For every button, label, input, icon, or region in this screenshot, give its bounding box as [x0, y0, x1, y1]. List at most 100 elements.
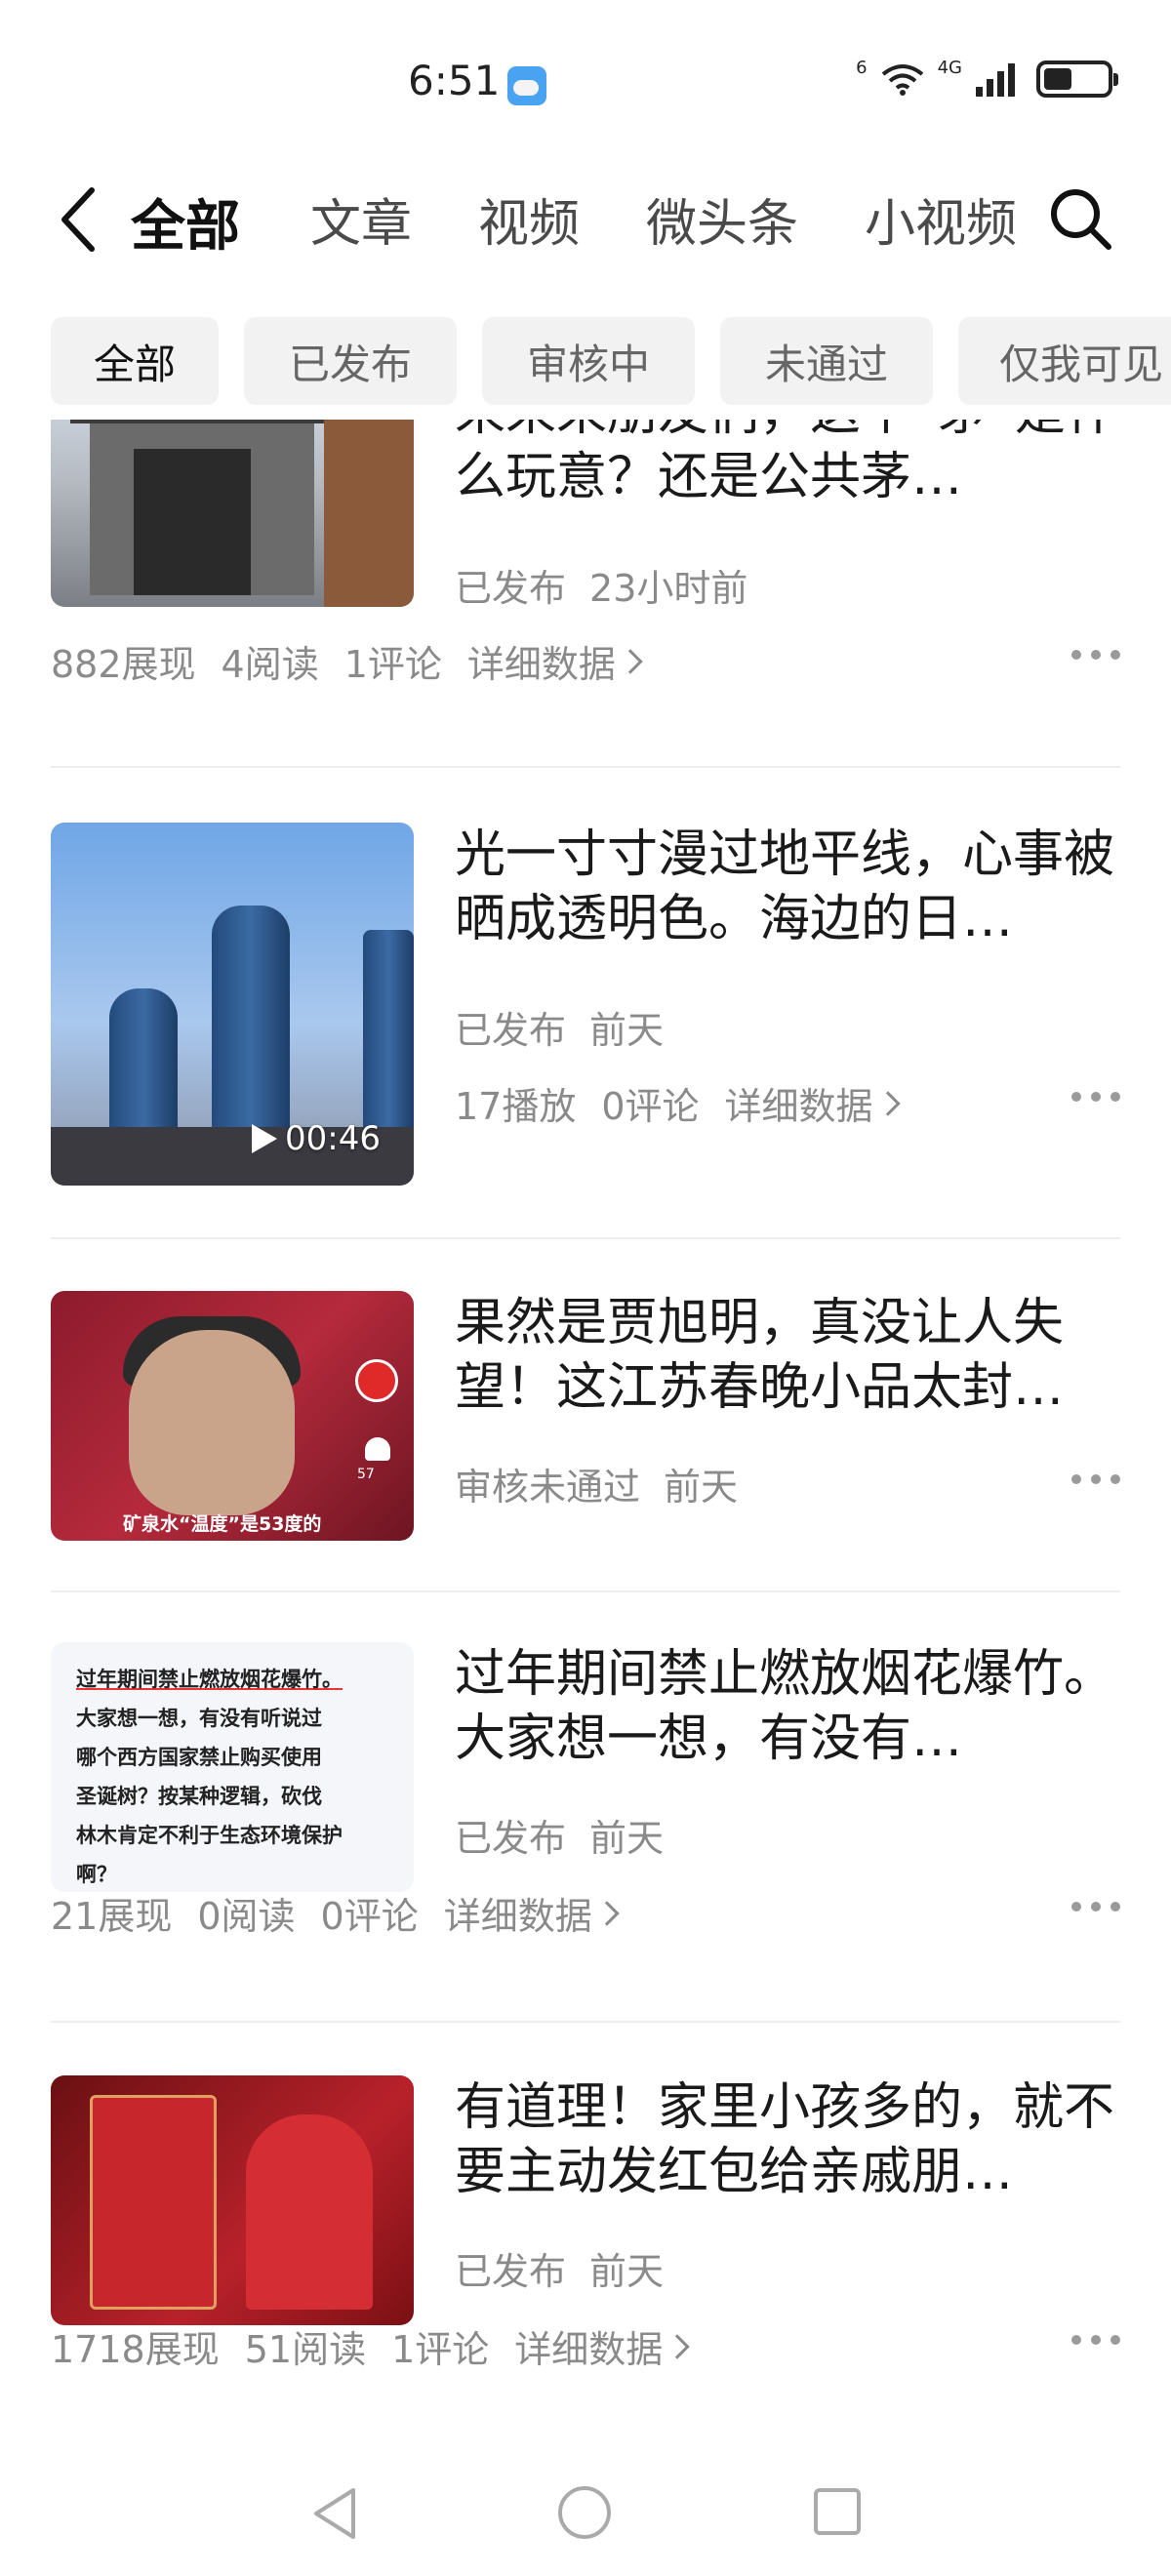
- stat-reads: 51阅读: [244, 2328, 367, 2371]
- item-stats: 17播放 0评论 详细数据: [455, 1076, 901, 1130]
- chip-only-me[interactable]: 仅我可见: [958, 317, 1171, 405]
- nav-back-icon[interactable]: [310, 2486, 359, 2541]
- detail-data-link[interactable]: 详细数据: [466, 634, 643, 688]
- chip-rejected[interactable]: 未通过: [720, 317, 933, 405]
- more-options-icon[interactable]: [1071, 648, 1120, 662]
- list-item[interactable]: 57 矿泉水“温度”是53度的 果然是贾旭明，真没让人失望！这江苏春晚小品太封……: [51, 1291, 1120, 1545]
- wifi-icon: [881, 64, 923, 96]
- tab-articles[interactable]: 文章: [310, 182, 412, 256]
- review-status: 审核未通过: [455, 1466, 641, 1509]
- tab-micro-posts[interactable]: 微头条: [646, 182, 798, 256]
- divider: [51, 1237, 1120, 1239]
- item-status: 审核未通过 前天: [455, 1457, 738, 1510]
- more-options-icon[interactable]: [1071, 1900, 1120, 1913]
- thumbnail: [51, 420, 414, 607]
- divider: [51, 766, 1120, 768]
- video-duration: 00:46: [285, 1119, 381, 1158]
- tab-short-videos[interactable]: 小视频: [865, 182, 1017, 256]
- chip-published[interactable]: 已发布: [244, 317, 457, 405]
- stat-impressions: 21展现: [51, 1895, 173, 1938]
- stat-comments: 1评论: [391, 2328, 490, 2371]
- nav-home-icon[interactable]: [558, 2486, 611, 2539]
- detail-data-link[interactable]: 详细数据: [724, 1076, 901, 1130]
- play-icon: [252, 1124, 277, 1153]
- channel-logo-icon: [355, 1359, 398, 1402]
- nav-recents-icon[interactable]: [814, 2488, 861, 2535]
- publish-time: 前天: [589, 1009, 665, 1052]
- list-item[interactable]: 过年期间禁止燃放烟花爆竹。 大家想一想，有没有听说过 哪个西方国家禁止购买使用 …: [51, 1642, 1120, 1964]
- tab-videos[interactable]: 视频: [478, 182, 580, 256]
- tab-all[interactable]: 全部: [131, 182, 240, 262]
- detail-data-link[interactable]: 详细数据: [444, 1886, 620, 1940]
- text-thumbnail: 过年期间禁止燃放烟花爆竹。 大家想一想，有没有听说过 哪个西方国家禁止购买使用 …: [51, 1642, 414, 1892]
- chevron-right-icon: [874, 1090, 901, 1116]
- status-indicators: 6 4G: [856, 57, 1118, 98]
- stat-impressions: 1718展现: [51, 2328, 220, 2371]
- network-small-label: 6: [856, 57, 868, 78]
- publish-status: 已发布: [455, 1817, 567, 1860]
- item-status: 已发布 23小时前: [455, 558, 747, 612]
- item-title: 果然是贾旭明，真没让人失望！这江苏春晚小品太封…: [455, 1294, 1065, 1417]
- system-nav-bar: [0, 2467, 1171, 2555]
- item-status: 已发布 前天: [455, 2241, 664, 2295]
- status-time: 6:51: [408, 57, 501, 104]
- weather-cloud-icon: [507, 66, 546, 105]
- more-options-icon[interactable]: [1071, 1472, 1120, 1486]
- thumb-text-line: 过年期间禁止燃放烟花爆竹。: [76, 1668, 343, 1691]
- thumbnail: [51, 2075, 414, 2325]
- stat-comments: 0评论: [320, 1895, 419, 1938]
- filter-chips: 全部 已发布 审核中 未通过 仅我可见: [51, 317, 1171, 405]
- item-stats: 1718展现 51阅读 1评论 详细数据: [51, 2319, 691, 2373]
- item-title: 来来来朋友们，这个“茅”是什么玩意？还是公共茅…: [455, 420, 1116, 506]
- list-item[interactable]: 来来来朋友们，这个“茅”是什么玩意？还是公共茅… 已发布 23小时前 882展现 …: [51, 420, 1120, 712]
- more-options-icon[interactable]: [1071, 2333, 1120, 2347]
- chip-all[interactable]: 全部: [51, 317, 219, 405]
- publish-time: 前天: [589, 2250, 665, 2293]
- video-duration-badge: 00:46: [252, 1119, 381, 1158]
- thumb-text-line: 哪个西方国家禁止购买使用: [76, 1746, 322, 1769]
- stat-reads: 0阅读: [197, 1895, 296, 1938]
- divider: [51, 2021, 1120, 2023]
- cell-signal-icon: [976, 61, 1023, 97]
- publish-status: 已发布: [455, 2250, 567, 2293]
- network-type-label: 4G: [937, 57, 962, 78]
- item-title: 有道理！家里小孩多的，就不要主动发红包给亲戚朋…: [455, 2078, 1115, 2201]
- search-icon[interactable]: [1046, 184, 1116, 255]
- item-status: 已发布 前天: [455, 1000, 664, 1054]
- item-title: 光一寸寸漫过地平线，心事被晒成透明色。海边的日…: [455, 825, 1115, 948]
- battery-fill: [1044, 68, 1071, 90]
- back-arrow-icon[interactable]: [51, 182, 109, 257]
- publish-status: 已发布: [455, 1009, 567, 1052]
- item-status: 已发布 前天: [455, 1808, 664, 1862]
- video-thumbnail: 00:46: [51, 823, 414, 1186]
- publish-time: 前天: [589, 1817, 665, 1860]
- item-stats: 882展现 4阅读 1评论 详细数据: [51, 634, 643, 688]
- chevron-right-icon: [665, 2333, 691, 2359]
- stat-impressions: 882展现: [51, 643, 196, 686]
- divider: [51, 1590, 1120, 1592]
- top-nav: 全部 文章 视频 微头条 小视频: [0, 171, 1171, 268]
- detail-data-link[interactable]: 详细数据: [514, 2319, 691, 2373]
- publish-time: 前天: [664, 1466, 739, 1509]
- publish-status: 已发布: [455, 567, 567, 610]
- item-stats: 21展现 0阅读 0评论 详细数据: [51, 1886, 620, 1940]
- like-count: 57: [357, 1467, 375, 1482]
- thumb-text-line: 大家想一想，有没有听说过: [76, 1707, 322, 1730]
- battery-icon: [1036, 60, 1118, 98]
- like-icon: [365, 1437, 390, 1461]
- chevron-right-icon: [594, 1900, 620, 1926]
- more-options-icon[interactable]: [1071, 1090, 1120, 1104]
- chip-reviewing[interactable]: 审核中: [482, 317, 695, 405]
- status-bar: 6:51 6 4G: [0, 0, 1171, 171]
- list-item[interactable]: 有道理！家里小孩多的，就不要主动发红包给亲戚朋… 已发布 前天 1718展现 51…: [51, 2075, 1120, 2397]
- detail-data-label: 详细数据: [724, 1085, 873, 1128]
- item-title: 过年期间禁止燃放烟花爆竹。大家想一想，有没有…: [455, 1645, 1115, 1768]
- stat-plays: 17播放: [455, 1085, 577, 1128]
- stat-reads: 4阅读: [221, 643, 319, 686]
- stat-comments: 0评论: [601, 1085, 700, 1128]
- detail-data-label: 详细数据: [514, 2328, 664, 2371]
- detail-data-label: 详细数据: [466, 643, 616, 686]
- thumb-text-line: 林木肯定不利于生态环境保护: [76, 1824, 343, 1847]
- content-feed: 来来来朋友们，这个“茅”是什么玩意？还是公共茅… 已发布 23小时前 882展现 …: [0, 420, 1171, 2400]
- list-item[interactable]: 00:46 光一寸寸漫过地平线，心事被晒成透明色。海边的日… 已发布 前天 17播…: [51, 823, 1120, 1213]
